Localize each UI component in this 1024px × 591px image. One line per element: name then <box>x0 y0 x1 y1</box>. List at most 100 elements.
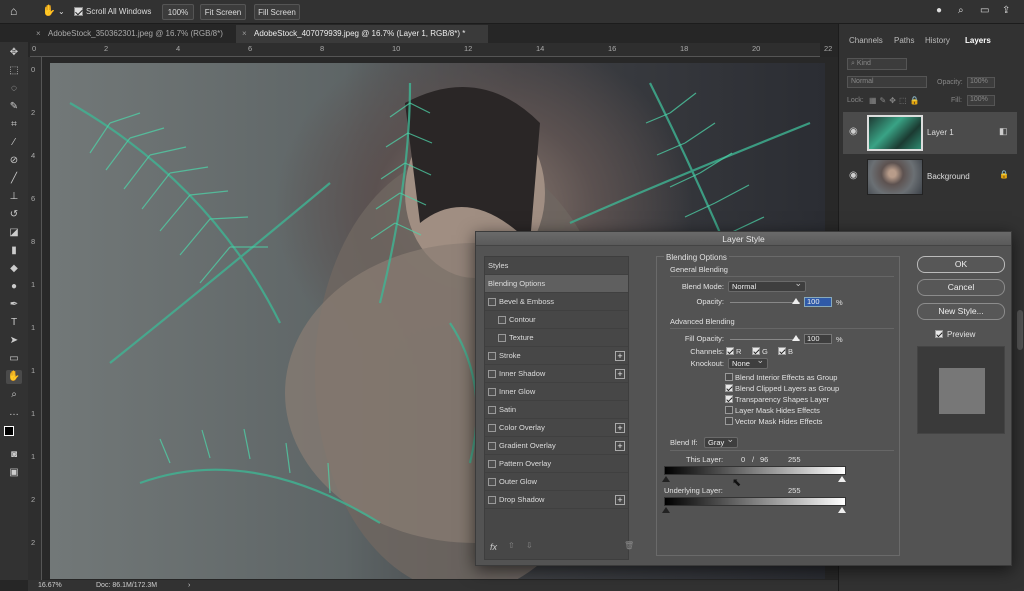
style-checkbox[interactable] <box>488 478 496 487</box>
knockout-dropdown[interactable]: None <box>728 356 768 369</box>
filter-kind-select[interactable]: ⌕ Kind <box>847 58 907 70</box>
style-checkbox[interactable] <box>488 352 496 361</box>
tab-layers[interactable]: Layers <box>965 36 991 45</box>
style-checkbox[interactable] <box>488 298 496 307</box>
style-checkbox[interactable] <box>488 460 496 469</box>
move-down-icon[interactable]: ⇩ <box>526 541 533 550</box>
zoom-tool-icon[interactable]: ⌕ <box>6 388 22 402</box>
channel-r-checkbox[interactable] <box>726 347 734 355</box>
marquee-tool-icon[interactable]: ⬚ <box>6 64 22 78</box>
path-selection-tool-icon[interactable]: ➤ <box>6 334 22 348</box>
style-item-bevel-emboss[interactable]: Bevel & Emboss <box>485 293 628 311</box>
underlying-white-knob[interactable] <box>838 507 846 513</box>
pen-tool-icon[interactable]: ✒ <box>6 298 22 312</box>
blur-tool-icon[interactable]: ◆ <box>6 262 22 276</box>
style-item-satin[interactable]: Satin <box>485 401 628 419</box>
type-tool-icon[interactable]: T <box>6 316 22 330</box>
opacity-input[interactable]: 100% <box>967 77 995 88</box>
layer-row-background[interactable]: ◉ Background 🔒 <box>843 156 1017 198</box>
channel-b-checkbox[interactable] <box>778 347 786 355</box>
style-item-color-overlay[interactable]: Color Overlay + <box>485 419 628 437</box>
style-item-stroke[interactable]: Stroke + <box>485 347 628 365</box>
scroll-all-windows-check-icon[interactable] <box>74 7 83 17</box>
rectangle-tool-icon[interactable]: ▭ <box>6 352 22 366</box>
zoom-level[interactable]: 16.67% <box>38 580 62 591</box>
style-item-inner-glow[interactable]: Inner Glow <box>485 383 628 401</box>
style-checkbox[interactable] <box>488 406 496 415</box>
quick-mask-icon[interactable]: ◙ <box>6 448 22 462</box>
option-checkbox[interactable] <box>725 417 733 425</box>
fill-input[interactable]: 100% <box>967 95 995 106</box>
fill-opacity-slider-track[interactable] <box>730 339 800 340</box>
channel-g-checkbox[interactable] <box>752 347 760 355</box>
style-checkbox[interactable] <box>498 334 506 343</box>
screen-mode-icon[interactable]: ▣ <box>6 466 22 480</box>
underlying-black-knob[interactable] <box>662 507 670 513</box>
opacity-slider-knob[interactable] <box>792 298 800 304</box>
option-checkbox[interactable] <box>725 406 733 414</box>
history-brush-tool-icon[interactable]: ↺ <box>6 208 22 222</box>
dialog-title[interactable]: Layer Style <box>476 232 1011 246</box>
cancel-button[interactable]: Cancel <box>917 279 1005 296</box>
dodge-tool-icon[interactable]: ● <box>6 280 22 294</box>
eyedropper-tool-icon[interactable]: ⁄ <box>6 136 22 150</box>
fill-screen-button[interactable]: Fill Screen <box>254 4 300 20</box>
gradient-tool-icon[interactable]: ▮ <box>6 244 22 258</box>
add-style-icon[interactable]: + <box>615 441 625 451</box>
style-item-contour[interactable]: Contour <box>485 311 628 329</box>
ok-button[interactable]: OK <box>917 256 1005 273</box>
preview-checkbox[interactable] <box>935 330 943 338</box>
crop-tool-icon[interactable]: ⌗ <box>6 118 22 132</box>
style-checkbox[interactable] <box>498 316 506 325</box>
layer-row-layer-1[interactable]: ◉ Layer 1 ◧ <box>843 112 1017 154</box>
clone-stamp-tool-icon[interactable]: ⊥ <box>6 190 22 204</box>
trash-icon[interactable]: 🗑 <box>624 541 634 550</box>
option-checkbox[interactable] <box>725 395 733 403</box>
option-checkbox[interactable] <box>725 373 733 381</box>
fill-opacity-input[interactable]: 100 <box>804 334 832 344</box>
foreground-color-swatch[interactable] <box>4 426 14 436</box>
add-style-icon[interactable]: + <box>615 495 625 505</box>
share-icon[interactable]: ⇪ <box>1002 3 1010 19</box>
tab-paths[interactable]: Paths <box>894 36 914 45</box>
tool-preset-chevron-icon[interactable]: ⌄ <box>58 4 65 20</box>
fill-opacity-slider-knob[interactable] <box>792 335 800 341</box>
hand-tool-icon[interactable]: ✋ <box>6 370 22 384</box>
eye-icon[interactable]: ◉ <box>849 126 858 137</box>
style-checkbox[interactable] <box>488 496 496 505</box>
style-item-styles[interactable]: Styles <box>485 257 628 275</box>
new-style-button[interactable]: New Style... <box>917 303 1005 320</box>
style-checkbox[interactable] <box>488 424 496 433</box>
style-item-outer-glow[interactable]: Outer Glow <box>485 473 628 491</box>
panel-scrollbar[interactable] <box>1017 310 1023 350</box>
add-style-icon[interactable]: + <box>615 369 625 379</box>
lock-icons[interactable]: ▦✎✥⬚🔒 <box>869 96 922 105</box>
close-icon[interactable]: × <box>36 25 41 43</box>
this-layer-black-knob[interactable] <box>662 476 670 482</box>
fit-screen-button[interactable]: Fit Screen <box>200 4 246 20</box>
this-layer-white-knob[interactable] <box>838 476 846 482</box>
move-up-icon[interactable]: ⇧ <box>508 541 515 550</box>
tab-history[interactable]: History <box>925 36 950 45</box>
workspace-icon[interactable]: ▭ <box>980 3 989 19</box>
add-style-icon[interactable]: + <box>615 423 625 433</box>
more-tools-icon[interactable]: … <box>6 406 22 420</box>
tab-document-2[interactable]: × AdobeStock_407079939.jpeg @ 16.7% (Laye… <box>236 25 488 43</box>
scroll-all-windows-checkbox[interactable]: Scroll All Windows <box>74 4 151 20</box>
style-item-pattern-overlay[interactable]: Pattern Overlay <box>485 455 628 473</box>
hand-tool-icon[interactable]: ✋ <box>42 3 56 19</box>
tab-channels[interactable]: Channels <box>849 36 883 45</box>
style-item-texture[interactable]: Texture <box>485 329 628 347</box>
layer-name[interactable]: Background <box>927 172 970 181</box>
style-item-inner-shadow[interactable]: Inner Shadow + <box>485 365 628 383</box>
fx-icon[interactable]: fx <box>490 542 497 552</box>
eye-icon[interactable]: ◉ <box>849 170 858 181</box>
eraser-tool-icon[interactable]: ◪ <box>6 226 22 240</box>
style-item-gradient-overlay[interactable]: Gradient Overlay + <box>485 437 628 455</box>
add-style-icon[interactable]: + <box>615 351 625 361</box>
tab-document-1[interactable]: × AdobeStock_350362301.jpeg @ 16.7% (RGB/… <box>30 25 230 43</box>
blend-mode-select[interactable]: Normal <box>847 76 927 88</box>
brush-tool-icon[interactable]: ╱ <box>6 172 22 186</box>
layer-name[interactable]: Layer 1 <box>927 128 954 137</box>
quick-selection-tool-icon[interactable]: ✎ <box>6 100 22 114</box>
